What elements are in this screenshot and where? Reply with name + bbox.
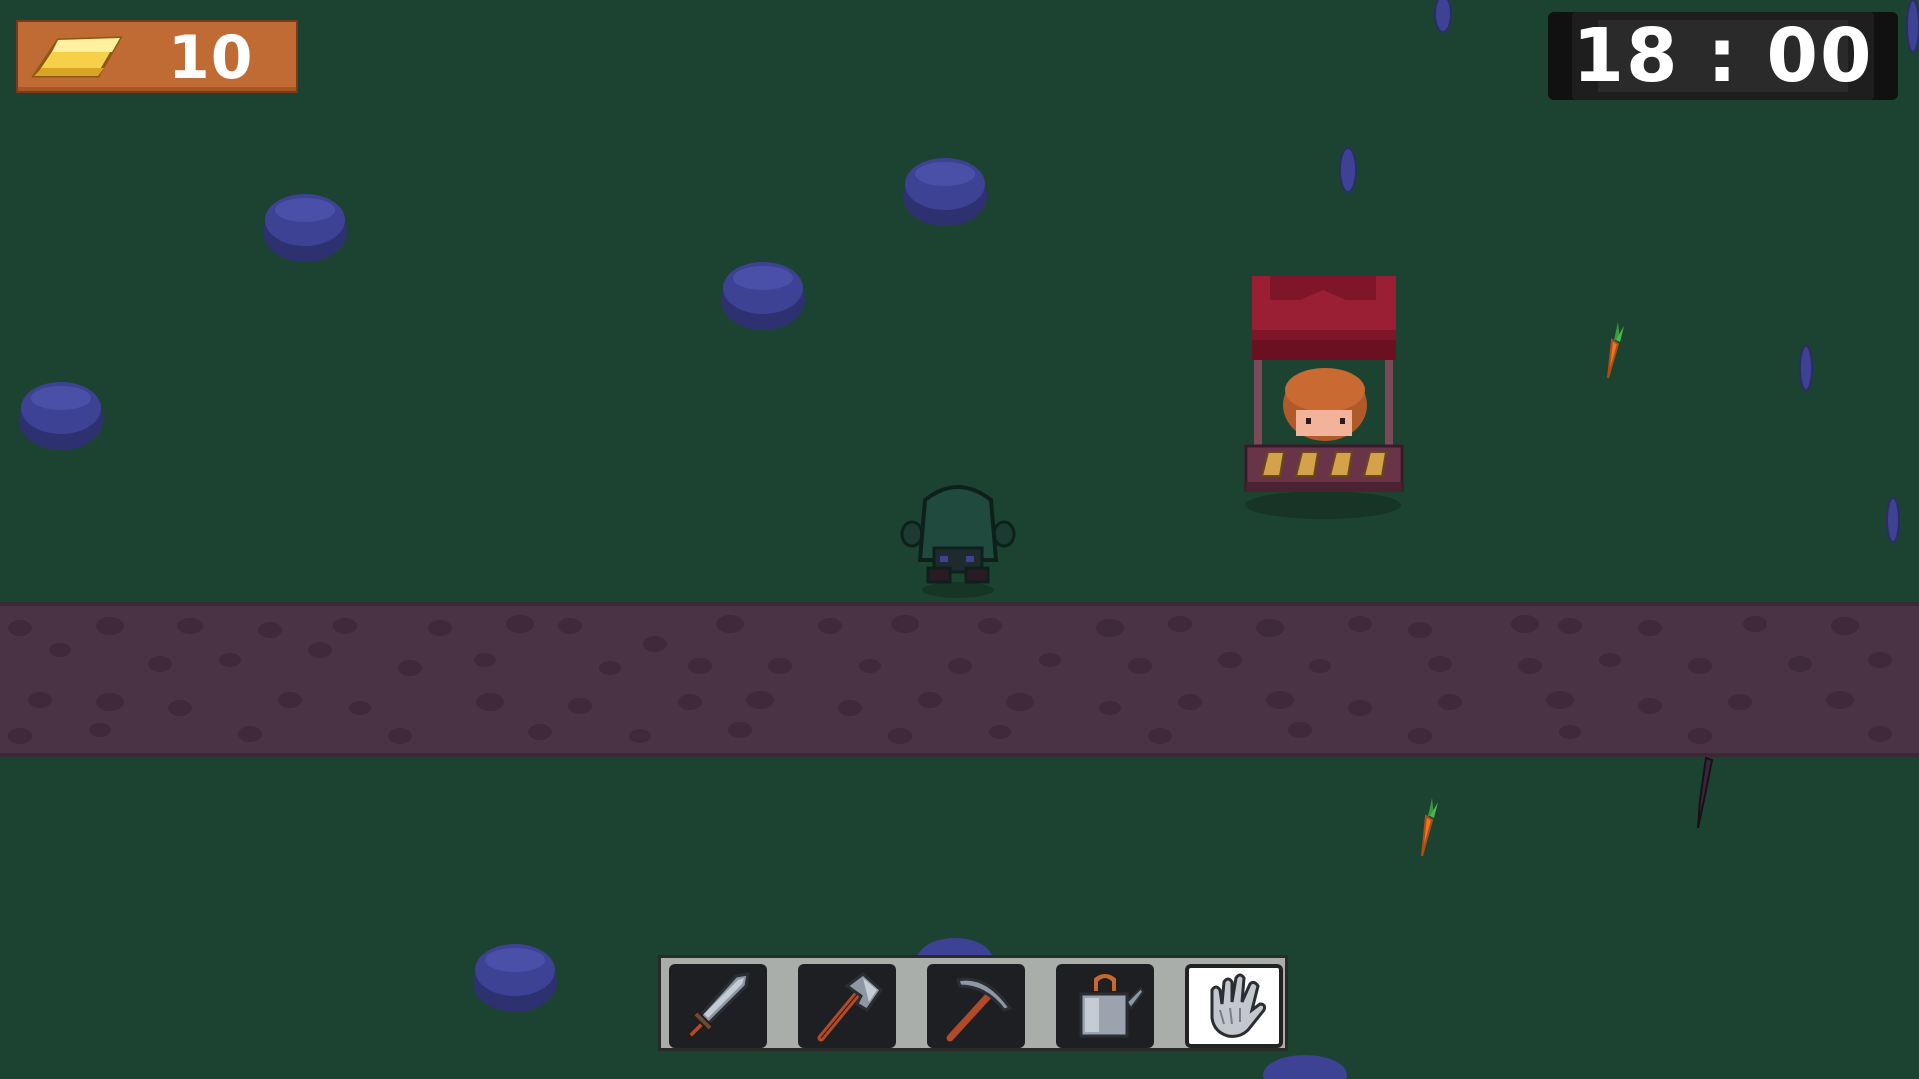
crystal-5[interactable] xyxy=(1906,0,1919,53)
toolbar-slot-watering-can[interactable] xyxy=(1056,964,1154,1048)
gold-amount: 10 xyxy=(168,23,254,93)
hand-icon xyxy=(1210,973,1266,1038)
sword-icon xyxy=(686,972,750,1040)
crystal-3[interactable] xyxy=(1799,345,1813,391)
game-clock: 18 : 00 xyxy=(1548,12,1898,100)
stump-5[interactable] xyxy=(473,944,557,1012)
merchant-npc[interactable] xyxy=(1283,368,1367,441)
gold-bar-icon xyxy=(31,36,123,78)
clock-time: 18 : 00 xyxy=(1572,13,1874,99)
crystal-1[interactable] xyxy=(1434,0,1452,33)
axe-icon xyxy=(817,972,883,1042)
stump-2[interactable] xyxy=(903,158,987,226)
toolbar-slot-pickaxe[interactable] xyxy=(927,964,1025,1048)
dirt-path xyxy=(0,602,1919,757)
stump-4[interactable] xyxy=(19,382,103,450)
pickaxe-icon xyxy=(946,977,1013,1042)
crystal-2[interactable] xyxy=(1339,147,1357,193)
game-world xyxy=(0,0,1919,1079)
toolbar-slot-sword[interactable] xyxy=(669,964,767,1048)
tool-hotbar xyxy=(658,955,1288,1051)
toolbar-slot-hand[interactable] xyxy=(1185,964,1283,1048)
watering-can-icon xyxy=(1079,972,1145,1038)
gold-counter: 10 xyxy=(16,20,298,93)
stump-3[interactable] xyxy=(721,262,805,330)
stump-1[interactable] xyxy=(263,194,347,262)
toolbar-slot-axe[interactable] xyxy=(798,964,896,1048)
crystal-4[interactable] xyxy=(1886,497,1900,543)
